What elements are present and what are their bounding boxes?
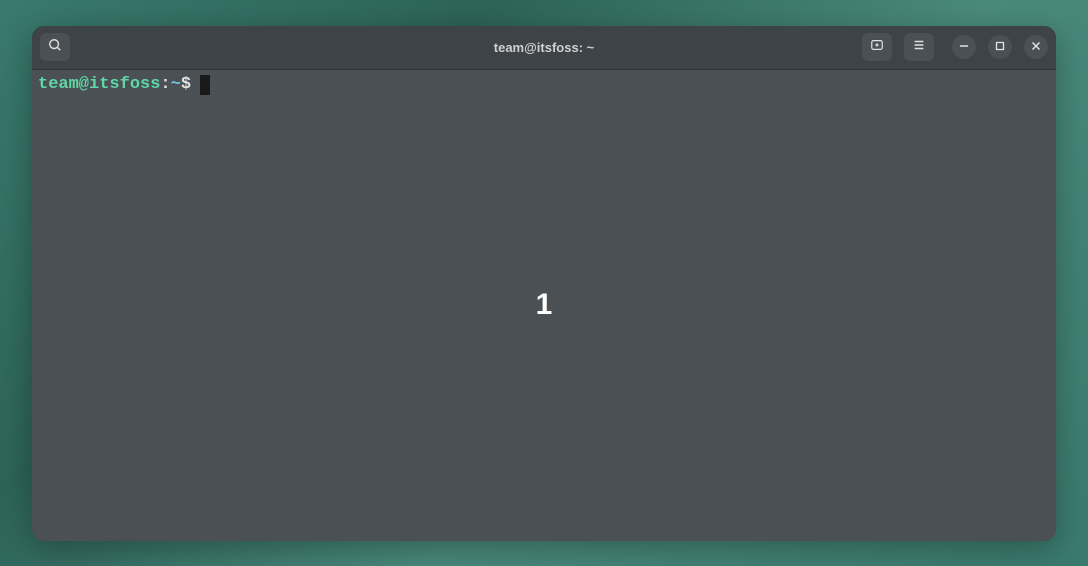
terminal-body[interactable]: team@itsfoss:~$ 1 xyxy=(32,70,1056,541)
maximize-icon xyxy=(995,38,1005,56)
window-title: team@itsfoss: ~ xyxy=(494,40,594,55)
close-icon xyxy=(1031,38,1041,56)
terminal-cursor xyxy=(200,75,210,95)
new-tab-button[interactable] xyxy=(862,33,892,61)
new-tab-icon xyxy=(870,38,884,57)
maximize-button[interactable] xyxy=(988,35,1012,59)
search-button[interactable] xyxy=(40,33,70,61)
terminal-window: team@itsfoss: ~ xyxy=(32,26,1056,541)
close-button[interactable] xyxy=(1024,35,1048,59)
search-icon xyxy=(48,38,62,57)
overlay-number: 1 xyxy=(536,288,553,322)
prompt-separator: : xyxy=(160,74,170,96)
minimize-icon xyxy=(959,38,969,56)
minimize-button[interactable] xyxy=(952,35,976,59)
titlebar-right xyxy=(862,33,1048,61)
prompt-user-host: team@itsfoss xyxy=(38,74,160,96)
hamburger-menu-icon xyxy=(912,38,926,57)
prompt-symbol: $ xyxy=(181,74,191,96)
titlebar-left xyxy=(40,33,70,61)
window-controls xyxy=(952,35,1048,59)
titlebar[interactable]: team@itsfoss: ~ xyxy=(32,26,1056,70)
prompt-path: ~ xyxy=(171,74,181,96)
prompt-line: team@itsfoss:~$ xyxy=(38,74,1050,96)
menu-button[interactable] xyxy=(904,33,934,61)
